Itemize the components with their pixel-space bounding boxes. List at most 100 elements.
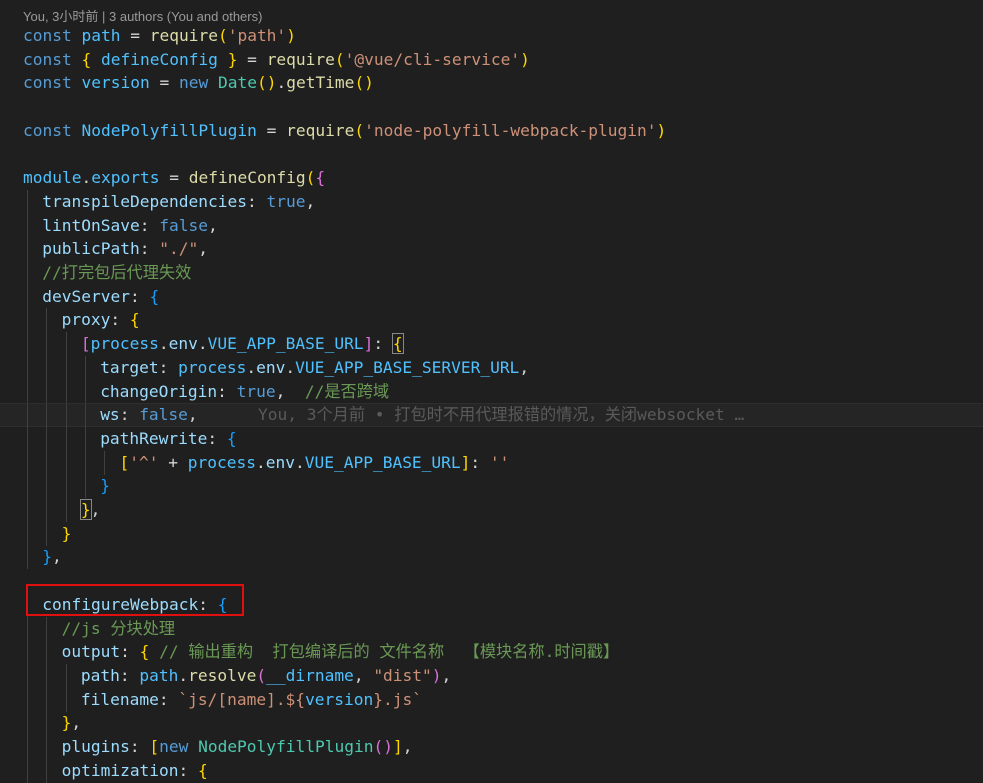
code-line[interactable]: }, — [0, 711, 983, 736]
code-line[interactable]: path: path.resolve(__dirname, "dist"), — [0, 663, 983, 688]
code-token: true — [266, 191, 306, 211]
code-line[interactable]: proxy: { — [0, 308, 983, 333]
indent-guide — [65, 663, 67, 688]
code-token: ) — [286, 26, 296, 45]
code-line[interactable] — [0, 143, 983, 167]
indent-guide — [65, 687, 67, 712]
code-token: : — [178, 760, 199, 780]
indent-guide — [46, 332, 48, 357]
code-line[interactable]: devServer: { — [0, 284, 983, 309]
code-token: env — [168, 334, 198, 354]
code-token: : — [129, 737, 150, 756]
code-line[interactable]: ['^' + process.env.VUE_APP_BASE_URL]: '' — [0, 450, 983, 475]
code-token: const — [23, 73, 72, 93]
code-line[interactable]: }, — [0, 545, 983, 570]
indent-guide — [27, 498, 28, 522]
indent-guide — [27, 213, 28, 238]
code-text: changeOrigin: true, //是否跨域 — [100, 380, 389, 404]
code-editor[interactable]: You, 3小时前 | 3 authors (You and others) c… — [0, 0, 983, 783]
indent-guide — [84, 404, 86, 429]
code-token: ( — [334, 49, 345, 69]
code-token: . — [178, 665, 189, 685]
highlight-box — [26, 584, 244, 616]
code-token: version — [81, 73, 150, 93]
code-token: process — [187, 452, 256, 472]
code-token: , — [353, 665, 374, 685]
indent-guide — [65, 355, 67, 380]
code-text: publicPath: "./", — [42, 237, 208, 261]
code-line[interactable] — [0, 95, 983, 119]
code-line[interactable]: plugins: [new NodePolyfillPlugin()], — [0, 735, 983, 759]
code-text: const version = new Date().getTime() — [23, 71, 374, 95]
indent-guide — [27, 332, 28, 357]
code-token: = — [120, 26, 150, 45]
code-line[interactable]: const version = new Date().getTime() — [0, 71, 983, 95]
code-token: , — [52, 547, 62, 567]
code-line[interactable]: //打完包后代理失效 — [0, 261, 983, 285]
indent-guide — [27, 521, 28, 546]
code-token: false — [159, 215, 208, 235]
indent-guide — [84, 450, 86, 475]
code-line[interactable]: const { defineConfig } = require('@vue/c… — [0, 48, 983, 72]
code-token: defineConfig — [188, 168, 306, 188]
code-token: , — [275, 381, 305, 401]
code-token: : — [158, 357, 179, 377]
inline-blame[interactable]: You, 3个月前 • 打包时不用代理报错的情况，关闭websocket … — [258, 404, 744, 426]
code-line[interactable]: optimization: { — [0, 758, 983, 783]
code-token: new — [178, 73, 209, 93]
code-line[interactable]: const NodePolyfillPlugin = require('node… — [0, 119, 983, 143]
code-line[interactable]: } — [0, 521, 983, 546]
code-token: path — [81, 26, 121, 45]
code-text: }, — [42, 545, 62, 569]
code-line[interactable]: lintOnSave: false, — [0, 213, 983, 238]
code-line[interactable]: }, — [0, 498, 983, 522]
code-text: plugins: [new NodePolyfillPlugin()], — [62, 735, 413, 759]
code-line[interactable]: const path = require('path') — [0, 24, 983, 48]
code-token: ) — [520, 49, 530, 69]
code-line[interactable]: filename: `js/[name].${version}.js` — [0, 687, 983, 712]
code-line[interactable]: transpileDependencies: true, — [0, 189, 983, 214]
code-line[interactable]: pathRewrite: { — [0, 426, 983, 451]
code-token: VUE_APP_BASE_URL — [304, 452, 461, 472]
indent-guide — [27, 237, 28, 262]
code-token: `js/[name].${ — [178, 689, 306, 709]
code-line[interactable]: //js 分块处理 — [0, 616, 983, 641]
code-token: true — [236, 381, 276, 401]
code-token: ( — [256, 665, 267, 685]
code-token: . — [158, 334, 169, 354]
code-token: process — [178, 357, 247, 377]
code-token: '' — [489, 452, 510, 472]
code-line[interactable]: module.exports = defineConfig({ — [0, 166, 983, 190]
indent-guide — [27, 379, 28, 404]
code-token: env — [256, 357, 286, 377]
code-line[interactable]: target: process.env.VUE_APP_BASE_SERVER_… — [0, 355, 983, 380]
code-text: devServer: { — [42, 285, 159, 309]
git-blame-codelens[interactable]: You, 3小时前 | 3 authors (You and others) — [23, 6, 262, 26]
indent-guide — [27, 189, 28, 214]
code-token: . — [294, 452, 305, 472]
indent-guide — [46, 640, 48, 665]
code-token: : — [130, 286, 150, 306]
code-token: { — [149, 286, 160, 306]
code-line[interactable]: changeOrigin: true, //是否跨域 — [0, 379, 983, 404]
code-line[interactable]: output: { // 输出重构 打包编译后的 文件名称 【模块名称.时间戳】 — [0, 640, 983, 665]
code-line[interactable]: [process.env.VUE_APP_BASE_URL]: { — [0, 332, 983, 357]
indent-guide — [27, 284, 28, 309]
code-token: __dirname — [266, 665, 354, 685]
code-text: filename: `js/[name].${version}.js` — [81, 688, 422, 712]
code-token: resolve — [188, 665, 257, 685]
code-token: : — [207, 428, 227, 448]
code-token: lintOnSave — [42, 215, 140, 235]
code-token: const — [23, 120, 72, 140]
code-line[interactable]: } — [0, 474, 983, 499]
code-token: //是否跨域 — [304, 381, 390, 401]
code-line[interactable]: ws: false, You, 3个月前 • 打包时不用代理报错的情况，关闭web… — [0, 403, 983, 429]
code-token: . — [285, 357, 296, 377]
code-token: publicPath — [42, 239, 140, 259]
code-text: output: { // 输出重构 打包编译后的 文件名称 【模块名称.时间戳】 — [62, 640, 620, 664]
code-line[interactable]: publicPath: "./", — [0, 237, 983, 262]
code-text: target: process.env.VUE_APP_BASE_SERVER_… — [100, 356, 529, 380]
code-token: version — [305, 689, 374, 709]
